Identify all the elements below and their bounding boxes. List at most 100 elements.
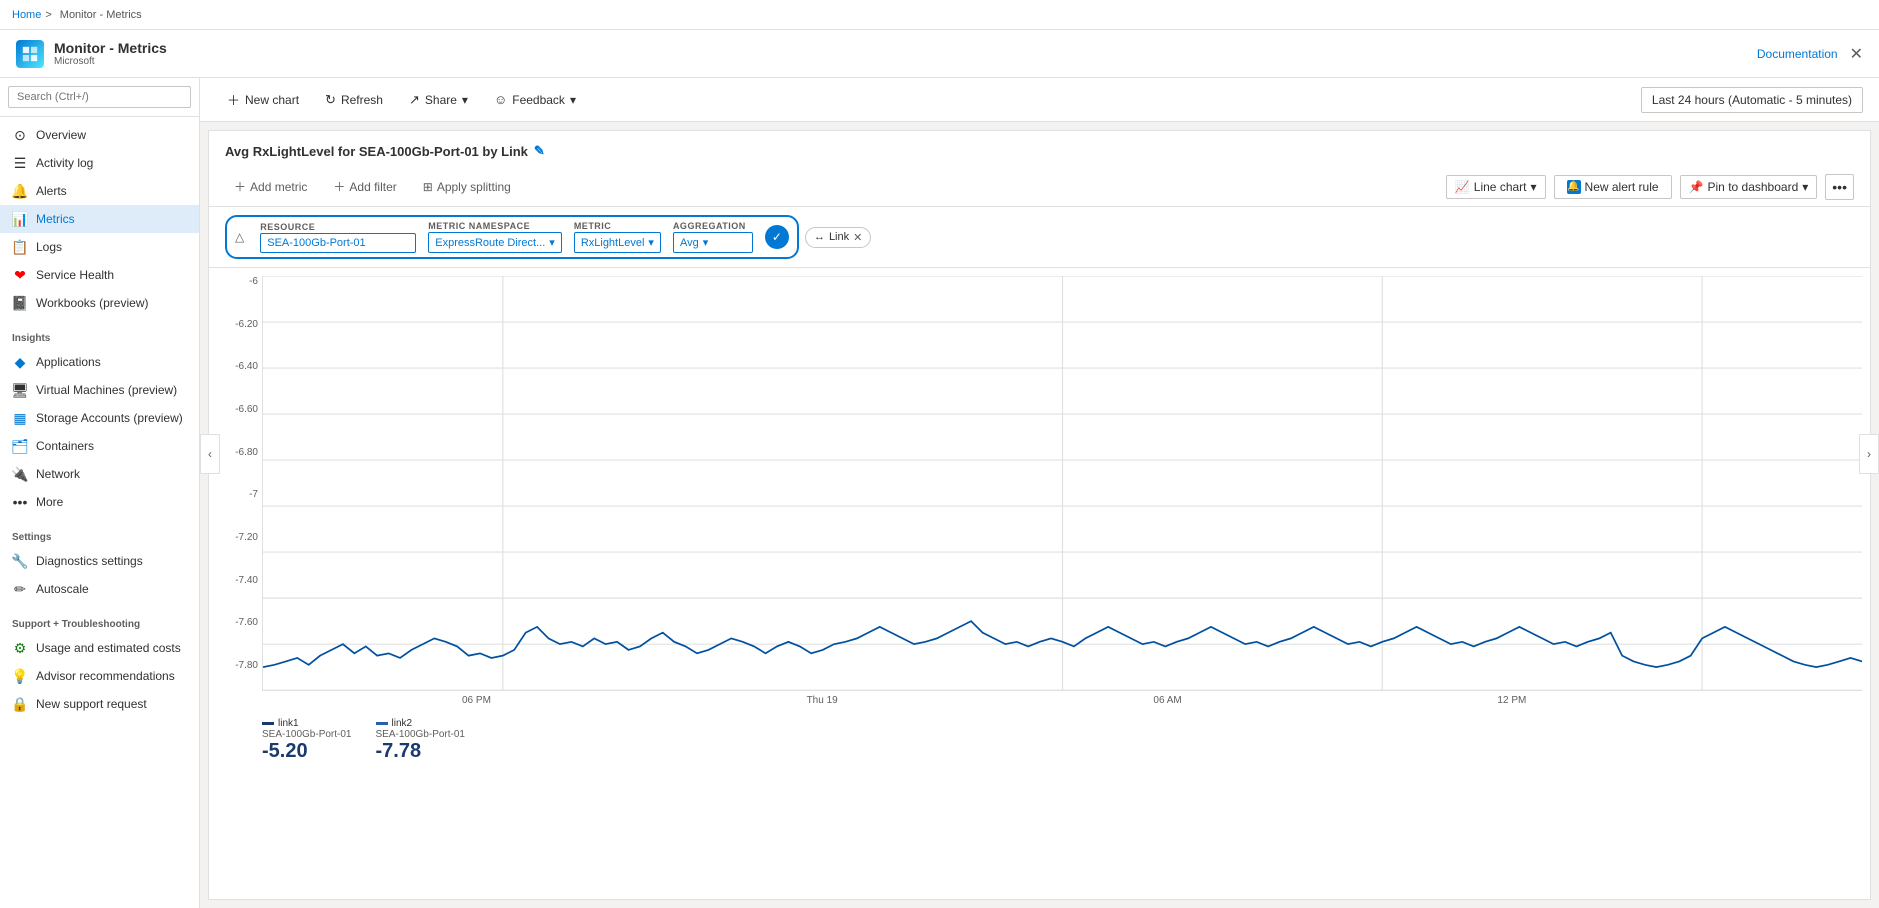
sidebar-search-container <box>0 78 199 117</box>
sidebar-settings-section: Settings 🔧 Diagnostics settings ✏ Autosc… <box>0 520 199 607</box>
sidebar-item-overview[interactable]: ⊙ Overview <box>0 121 199 149</box>
new-chart-button[interactable]: ＋ New chart <box>216 84 310 115</box>
legend-item-link2-header: link2 <box>376 718 466 729</box>
x-axis: 06 PM Thu 19 06 AM 12 PM <box>262 691 1862 710</box>
sidebar-item-label: Usage and estimated costs <box>36 641 181 655</box>
left-nav-chevron[interactable]: ‹ <box>200 434 220 474</box>
sidebar-item-label: Overview <box>36 128 86 142</box>
sidebar-item-service-health[interactable]: ❤ Service Health <box>0 261 199 289</box>
documentation-link[interactable]: Documentation <box>1757 47 1838 61</box>
sidebar-item-more[interactable]: ••• More <box>0 488 199 516</box>
sidebar-item-containers[interactable]: 🗂 Containers <box>0 432 199 460</box>
layout: ⊙ Overview ☰ Activity log 🔔 Alerts 📊 Met… <box>0 78 1879 908</box>
sidebar-support-section: Support + Troubleshooting ⚙ Usage and es… <box>0 607 199 722</box>
share-button[interactable]: ↗ Share ▾ <box>398 86 479 114</box>
sidebar-item-metrics[interactable]: 📊 Metrics <box>0 205 199 233</box>
time-range-label: Last 24 hours (Automatic - 5 minutes) <box>1652 93 1852 107</box>
metric-selector-row: △ RESOURCE METRIC NAMESPACE ExpressRoute… <box>209 207 1870 268</box>
sidebar-item-storage-accounts[interactable]: ▦ Storage Accounts (preview) <box>0 404 199 432</box>
sidebar-item-activity-log[interactable]: ☰ Activity log <box>0 149 199 177</box>
legend-color-link1 <box>262 722 274 725</box>
activity-log-icon: ☰ <box>12 155 28 171</box>
y-label-7: -7.40 <box>217 575 258 586</box>
sidebar-item-network[interactable]: 🔌 Network <box>0 460 199 488</box>
metrics-icon: 📊 <box>12 211 28 227</box>
main-content: ＋ New chart ↻ Refresh ↗ Share ▾ ☺ Feedba… <box>200 78 1879 908</box>
pin-icon: 📌 <box>1689 180 1704 194</box>
metric-chart-controls: 📈 Line chart ▾ 🔔 New alert rule 📌 Pin to… <box>1446 174 1854 200</box>
sidebar-item-support-request[interactable]: 🔒 New support request <box>0 690 199 718</box>
apply-splitting-button[interactable]: ⊞ Apply splitting <box>414 175 520 199</box>
new-chart-label: New chart <box>245 93 299 107</box>
sidebar-item-advisor[interactable]: 💡 Advisor recommendations <box>0 662 199 690</box>
sidebar-item-label: Advisor recommendations <box>36 669 175 683</box>
refresh-label: Refresh <box>341 93 383 107</box>
app-title: Monitor - Metrics <box>54 40 167 56</box>
sidebar-item-usage-costs[interactable]: ⚙ Usage and estimated costs <box>0 634 199 662</box>
resource-input[interactable] <box>260 233 416 253</box>
edit-title-icon[interactable]: ✎ <box>534 143 545 159</box>
sidebar-item-diagnostics-settings[interactable]: 🔧 Diagnostics settings <box>0 547 199 575</box>
alert-icon: 🔔 <box>1567 180 1581 194</box>
aggregation-selector[interactable]: Avg ▾ <box>673 232 753 253</box>
chart-container: Avg RxLightLevel for SEA-100Gb-Port-01 b… <box>208 130 1871 900</box>
right-nav-chevron[interactable]: › <box>1859 434 1879 474</box>
add-metric-button[interactable]: ＋ Add metric <box>225 173 316 200</box>
close-icon[interactable]: ✕ <box>1850 44 1863 64</box>
sidebar-insights-section: Insights ◆ Applications 🖥 Virtual Machin… <box>0 321 199 520</box>
service-health-icon: ❤ <box>12 267 28 283</box>
plus-icon: ＋ <box>227 90 240 109</box>
pin-dashboard-button[interactable]: 📌 Pin to dashboard ▾ <box>1680 175 1818 199</box>
new-alert-button[interactable]: 🔔 New alert rule <box>1554 175 1672 199</box>
aggregation-label: AGGREGATION <box>673 221 753 231</box>
monitor-icon <box>21 45 39 63</box>
x-label-3: 12 PM <box>1497 695 1526 706</box>
logs-icon: 📋 <box>12 239 28 255</box>
sidebar-item-label: New support request <box>36 697 147 711</box>
chart-type-button[interactable]: 📈 Line chart ▾ <box>1446 175 1546 199</box>
support-request-icon: 🔒 <box>12 696 28 712</box>
usage-costs-icon: ⚙ <box>12 640 28 656</box>
splitting-icon: ⊞ <box>423 180 433 194</box>
sidebar-item-autoscale[interactable]: ✏ Autoscale <box>0 575 199 603</box>
add-filter-button[interactable]: ＋ Add filter <box>324 173 405 200</box>
sidebar-item-alerts[interactable]: 🔔 Alerts <box>0 177 199 205</box>
sidebar-item-workbooks[interactable]: 📓 Workbooks (preview) <box>0 289 199 317</box>
sidebar-item-logs[interactable]: 📋 Logs <box>0 233 199 261</box>
metric-selector[interactable]: RxLightLevel ▾ <box>574 232 661 253</box>
toolbar-right: Last 24 hours (Automatic - 5 minutes) <box>1641 87 1863 113</box>
app-header-left: Monitor - Metrics Microsoft <box>16 40 167 68</box>
legend-value-link1: -5.20 <box>262 740 352 763</box>
toolbar: ＋ New chart ↻ Refresh ↗ Share ▾ ☺ Feedba… <box>200 78 1879 122</box>
namespace-chevron: ▾ <box>549 236 555 249</box>
link-filter-icon: ↔ <box>814 231 825 243</box>
refresh-button[interactable]: ↻ Refresh <box>314 86 394 114</box>
metric-actions: ＋ Add metric ＋ Add filter ⊞ Apply splitt… <box>225 173 520 200</box>
breadcrumb-current: Monitor - Metrics <box>60 9 142 21</box>
legend-item-link1: link1 SEA-100Gb-Port-01 -5.20 <box>262 718 352 763</box>
line-chart-icon: 📈 <box>1455 180 1470 194</box>
search-input[interactable] <box>8 86 191 108</box>
alerts-icon: 🔔 <box>12 183 28 199</box>
y-label-0: -6 <box>217 276 258 287</box>
app-header-right: Documentation ✕ <box>1757 44 1863 64</box>
y-label-9: -7.80 <box>217 660 258 671</box>
time-range-button[interactable]: Last 24 hours (Automatic - 5 minutes) <box>1641 87 1863 113</box>
y-label-2: -6.40 <box>217 361 258 372</box>
more-options-button[interactable]: ••• <box>1825 174 1854 200</box>
confirm-selector-button[interactable]: ✓ <box>765 225 789 249</box>
aggregation-chevron: ▾ <box>703 236 709 249</box>
namespace-selector[interactable]: ExpressRoute Direct... ▾ <box>428 232 562 253</box>
link-filter-badge[interactable]: ↔ Link ✕ <box>805 227 871 248</box>
y-axis: -6 -6.20 -6.40 -6.60 -6.80 -7 -7.20 -7.4… <box>217 276 262 691</box>
breadcrumb: Home > Monitor - Metrics <box>0 0 1879 30</box>
new-alert-label: New alert rule <box>1585 180 1659 194</box>
add-metric-label: Add metric <box>250 180 307 194</box>
diagnostics-icon: 🔧 <box>12 553 28 569</box>
sidebar-item-virtual-machines[interactable]: 🖥 Virtual Machines (preview) <box>0 376 199 404</box>
feedback-button[interactable]: ☺ Feedback ▾ <box>483 86 587 113</box>
sidebar-item-applications[interactable]: ◆ Applications <box>0 348 199 376</box>
breadcrumb-home[interactable]: Home <box>12 9 41 21</box>
chart-area-wrapper: -6 -6.20 -6.40 -6.60 -6.80 -7 -7.20 -7.4… <box>209 268 1870 771</box>
remove-filter-icon[interactable]: ✕ <box>853 231 862 244</box>
